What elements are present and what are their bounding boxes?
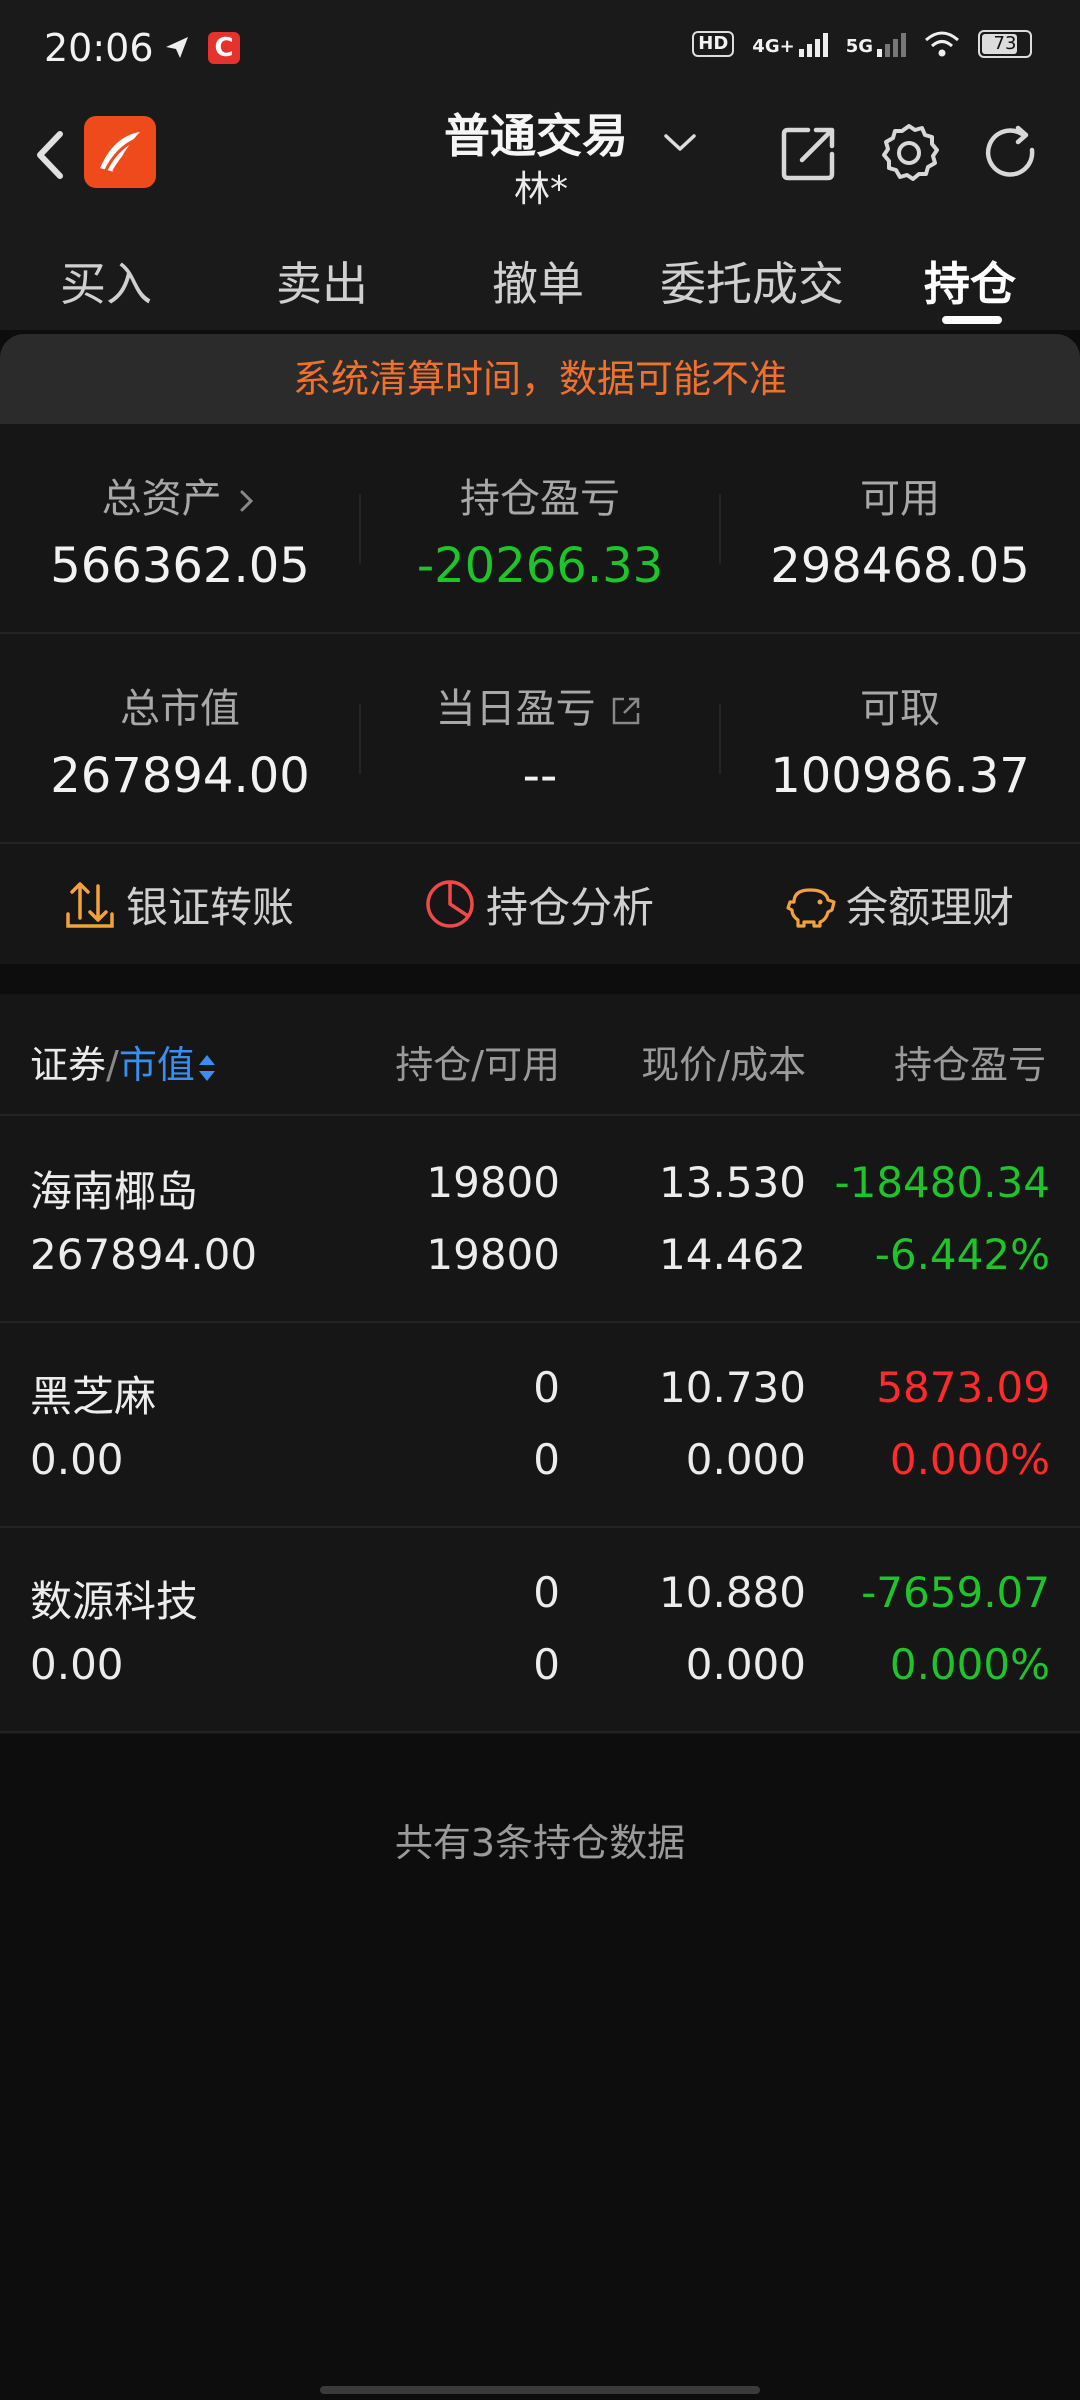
position-pl-value: -20266.33 — [416, 538, 664, 594]
network-5g-icon: 5G — [846, 31, 906, 57]
top-header: 普通交易 林* — [0, 100, 1080, 230]
position-pl-percent: -6.442% — [874, 1230, 1050, 1279]
cost-price: 14.462 — [659, 1230, 806, 1279]
current-price: 13.530 — [659, 1158, 806, 1207]
table-row[interactable]: 数源科技 0.00 0 0 10.880 0.000 -7659.07 0.00… — [0, 1528, 1080, 1733]
external-link-icon — [613, 697, 640, 725]
current-price: 10.730 — [659, 1363, 806, 1412]
daily-pl-label: 当日盈亏 — [435, 686, 596, 732]
sort-icon — [198, 1054, 215, 1081]
position-pl-percent: 0.000% — [889, 1640, 1050, 1689]
available-value: 298468.05 — [770, 538, 1030, 594]
status-time: 20:06 — [44, 26, 154, 70]
withdrawable-label: 可取 — [860, 686, 940, 732]
bank-transfer-label: 银证转账 — [126, 882, 295, 932]
table-row[interactable]: 海南椰岛 267894.00 19800 19800 13.530 14.462… — [0, 1118, 1080, 1323]
position-pl: -7659.07 — [861, 1568, 1050, 1617]
security-market-value: 0.00 — [30, 1640, 124, 1689]
total-assets-cell[interactable]: 总资产 566362.05 — [0, 424, 360, 634]
positions-table: 证券/市值 持仓/可用 现价/成本 持仓盈亏 海南椰岛 267894.00 19… — [0, 994, 1080, 1734]
available-qty: 0 — [533, 1640, 560, 1689]
app-notification-icon: C — [208, 32, 240, 64]
chevron-right-icon — [240, 490, 254, 512]
positions-count-note: 共有3条持仓数据 — [394, 1821, 686, 1865]
balance-wealth-button[interactable]: 余额理财 — [784, 844, 1014, 964]
home-indicator[interactable] — [320, 2386, 760, 2394]
network-4g-icon: 4G+ — [752, 31, 828, 57]
refresh-icon[interactable] — [978, 120, 1044, 186]
security-market-value: 267894.00 — [30, 1230, 258, 1279]
holding-qty: 0 — [533, 1568, 560, 1617]
bank-transfer-button[interactable]: 银证转账 — [64, 844, 294, 964]
page-title: 普通交易 — [444, 109, 628, 163]
position-pl-label: 持仓盈亏 — [460, 476, 620, 522]
account-name: 林* — [514, 169, 569, 210]
active-tab-indicator — [942, 316, 1002, 324]
table-row[interactable]: 黑芝麻 0.00 0 0 10.730 0.000 5873.09 0.000% — [0, 1323, 1080, 1528]
quick-actions: 银证转账 持仓分析 余额理财 — [0, 844, 1080, 964]
daily-pl-cell[interactable]: 当日盈亏 -- — [360, 634, 720, 844]
available-cell: 可用 298468.05 — [720, 424, 1080, 634]
account-summary: 总资产 566362.05 持仓盈亏 -20266.33 可用 298468.0… — [0, 424, 1080, 964]
back-arrow-icon[interactable] — [24, 120, 74, 190]
table-header: 证券/市值 持仓/可用 现价/成本 持仓盈亏 — [0, 994, 1080, 1116]
transfer-arrows-icon — [66, 882, 114, 928]
column-header-pl[interactable]: 持仓盈亏 — [894, 1034, 1054, 1089]
position-analysis-button[interactable]: 持仓分析 — [424, 844, 654, 964]
market-value-label: 总市值 — [120, 686, 240, 732]
status-indicators: HD 4G+ 5G 73 — [692, 30, 1032, 58]
column-header-price[interactable]: 现价/成本 — [641, 1034, 806, 1089]
available-label: 可用 — [860, 476, 940, 522]
withdrawable-cell: 可取 100986.37 — [720, 634, 1080, 844]
holding-qty: 0 — [533, 1363, 560, 1412]
tab-sell[interactable]: 卖出 — [276, 248, 368, 314]
position-pl: 5873.09 — [876, 1363, 1050, 1412]
tab-buy[interactable]: 买入 — [60, 248, 152, 314]
hd-icon: HD — [692, 31, 735, 57]
column-header-security[interactable]: 证券/市值 — [30, 1034, 217, 1089]
tab-orders-trades[interactable]: 委托成交 — [660, 248, 844, 314]
chevron-down-icon — [664, 134, 696, 151]
paper-plane-icon — [166, 37, 188, 58]
balance-wealth-label: 余额理财 — [846, 882, 1015, 932]
position-pl-percent: 0.000% — [889, 1435, 1050, 1484]
pie-chart-icon — [426, 880, 474, 928]
tab-cancel-order[interactable]: 撤单 — [492, 248, 584, 314]
piggy-bank-icon — [786, 888, 836, 928]
available-qty: 19800 — [426, 1230, 560, 1279]
market-value-value: 267894.00 — [50, 748, 310, 804]
status-bar: 20:06 C HD 4G+ 5G 73 — [0, 0, 1080, 100]
position-pl-cell: 持仓盈亏 -20266.33 — [360, 424, 720, 634]
cost-price: 0.000 — [685, 1640, 806, 1689]
total-assets-label: 总资产 — [101, 476, 222, 522]
available-qty: 0 — [533, 1435, 560, 1484]
app-logo — [84, 116, 156, 188]
trade-tabs: 买入 卖出 撤单 委托成交 持仓 — [0, 230, 1080, 330]
current-price: 10.880 — [659, 1568, 806, 1617]
withdrawable-value: 100986.37 — [770, 748, 1030, 804]
settlement-notice: 系统清算时间，数据可能不准 — [0, 334, 1080, 424]
security-market-value: 0.00 — [30, 1435, 124, 1484]
position-pl: -18480.34 — [834, 1158, 1050, 1207]
security-name: 黑芝麻 — [30, 1372, 157, 1421]
cost-price: 0.000 — [685, 1435, 806, 1484]
security-name: 数源科技 — [30, 1577, 199, 1626]
tab-positions[interactable]: 持仓 — [924, 248, 1016, 314]
settings-gear-icon[interactable] — [876, 120, 942, 186]
battery-icon: 73 — [978, 30, 1032, 58]
total-assets-value: 566362.05 — [50, 538, 310, 594]
account-selector[interactable]: 普通交易 林* — [380, 100, 700, 210]
market-value-cell: 总市值 267894.00 — [0, 634, 360, 844]
holding-qty: 19800 — [426, 1158, 560, 1207]
share-icon[interactable] — [776, 120, 842, 186]
wifi-icon — [925, 31, 959, 57]
security-name: 海南椰岛 — [30, 1167, 199, 1216]
position-analysis-label: 持仓分析 — [486, 882, 655, 932]
daily-pl-value: -- — [522, 748, 558, 804]
column-header-quantity[interactable]: 持仓/可用 — [395, 1034, 560, 1089]
